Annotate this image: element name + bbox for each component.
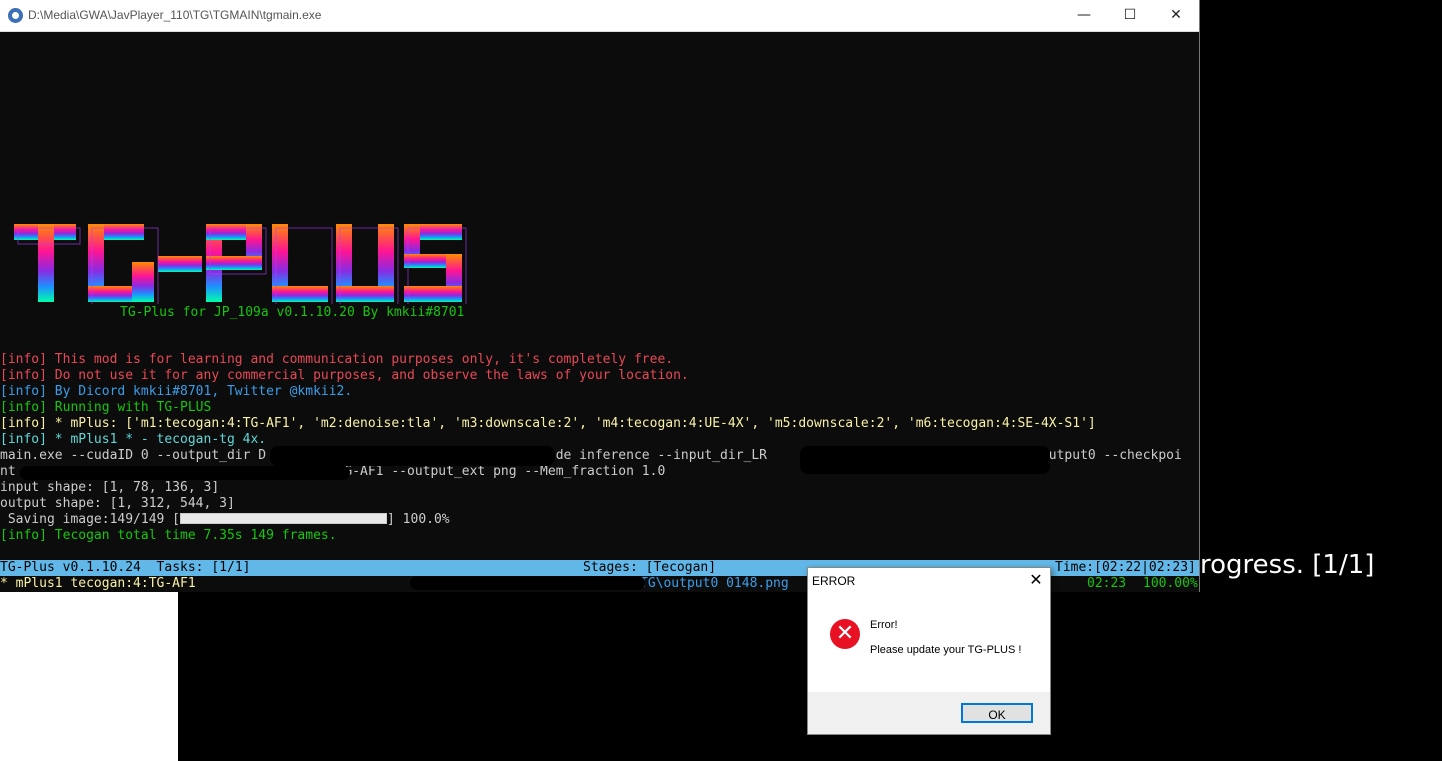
time-text: Time:[02:22|02:23] xyxy=(1055,560,1196,575)
redaction-mark xyxy=(20,466,350,480)
progress-percent: ] 100.0% xyxy=(387,512,450,527)
tg-plus-logo xyxy=(14,224,467,304)
progress-fill xyxy=(181,514,387,523)
title-bar[interactable]: D:\Media\GWA\JavPlayer_110\TG\TGMAIN\tgm… xyxy=(0,0,1199,32)
dialog-close-button[interactable]: ✕ xyxy=(1026,571,1046,591)
dialog-message-title: Error! xyxy=(870,619,898,631)
console-line: [info] This mod is for learning and comm… xyxy=(0,352,674,367)
elapsed-time: 02:23 xyxy=(1087,576,1127,591)
console-line: output shape: [1, 312, 544, 3] xyxy=(0,496,235,511)
window-title: D:\Media\GWA\JavPlayer_110\TG\TGMAIN\tgm… xyxy=(28,8,322,22)
saving-label: Saving image:149/149 [ xyxy=(0,512,181,527)
redaction-mark xyxy=(270,446,555,466)
console-line: [info] Running with TG-PLUS xyxy=(0,400,212,415)
progress-bar xyxy=(180,513,388,524)
console-line: [info] * mPlus1 * - tecogan-tg 4x. xyxy=(0,432,267,447)
maximize-button[interactable]: ☐ xyxy=(1107,0,1153,31)
console-line: input shape: [1, 78, 136, 3] xyxy=(0,480,220,495)
percent-done: 100.00% xyxy=(1143,576,1198,591)
task-name: * mPlus1 tecogan:4:TG-AF1 xyxy=(0,576,196,591)
saving-progress-line: Saving image:149/149 [ ] 100.0% xyxy=(0,512,450,528)
app-icon xyxy=(8,8,23,23)
close-button[interactable]: ✕ xyxy=(1153,0,1199,31)
stages-text: Stages: [Tecogan] xyxy=(583,560,717,575)
output-path: TG\output0 0148.png xyxy=(640,576,789,591)
redaction-mark xyxy=(410,576,645,590)
console-line: [info] Do not use it for any commercial … xyxy=(0,368,689,383)
dialog-message: Please update your TG-PLUS ! xyxy=(870,644,1022,656)
console-window[interactable]: D:\Media\GWA\JavPlayer_110\TG\TGMAIN\tgm… xyxy=(0,0,1200,592)
ok-button[interactable]: OK xyxy=(961,703,1033,723)
tasks-text: Tasks: [1/1] xyxy=(156,560,251,575)
dialog-title: ERROR xyxy=(812,574,856,588)
console-line: [info] Tecogan total time 7.35s 149 fram… xyxy=(0,528,337,543)
console-line: [info] * mPlus: ['m1:tecogan:4:TG-AF1', … xyxy=(0,416,1096,431)
error-dialog[interactable]: ERROR ✕ ✕ Error! Please update your TG-P… xyxy=(807,567,1051,735)
minimize-button[interactable]: — xyxy=(1061,0,1107,31)
logo-caption: TG-Plus for JP_109a v0.1.10.20 By kmkii#… xyxy=(120,305,465,320)
background-white-area xyxy=(0,592,178,761)
background-progress-text: rogress. [1/1] xyxy=(1200,550,1375,580)
console-line: [info] By Dicord kmkii#8701, Twitter @km… xyxy=(0,384,353,399)
error-icon: ✕ xyxy=(830,619,860,649)
version-text: TG-Plus v0.1.10.24 xyxy=(0,560,141,575)
redaction-mark xyxy=(800,446,1050,474)
dialog-footer: OK xyxy=(808,692,1050,734)
